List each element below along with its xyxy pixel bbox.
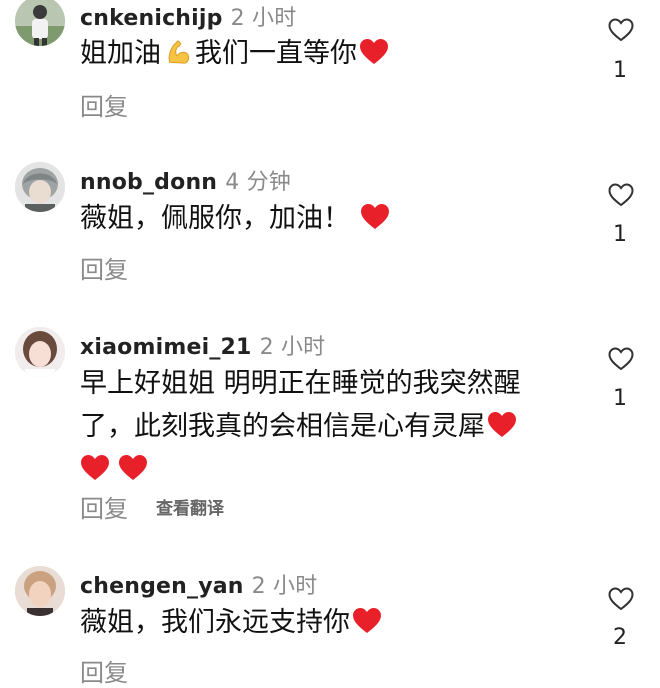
avatar-photo xyxy=(15,162,65,212)
comment-time: 2 小时 xyxy=(230,6,297,31)
comment-3: xiaomimei_21 2 小时 早上好姐姐 明明正在睡觉的我突然醒 了，此刻我… xyxy=(0,322,660,532)
avatar[interactable] xyxy=(15,0,65,46)
username-text[interactable]: nnob_donn xyxy=(80,170,217,195)
translate-button[interactable]: 查看翻译 xyxy=(156,499,224,519)
comment-time: 4 分钟 xyxy=(225,170,291,195)
avatar[interactable] xyxy=(15,566,65,616)
comment-text-part: 薇姐，我们永远支持你 xyxy=(80,607,350,638)
heart-outline-icon[interactable] xyxy=(608,347,634,371)
red-heart-emoji xyxy=(488,412,516,437)
avatar[interactable] xyxy=(15,327,65,377)
comment-username[interactable]: xiaomimei_21 2 小时 xyxy=(80,329,325,361)
comment-text: 姐加油 我们一直等你 xyxy=(80,32,580,75)
reply-label[interactable]: 回复 xyxy=(80,659,128,687)
comment-1: cnkenichijp 2 小时 姐加油 我们一直等你 回复 1 xyxy=(0,0,660,150)
reply-button[interactable]: 回复 xyxy=(80,250,128,285)
comment-text: 早上好姐姐 明明正在睡觉的我突然醒 了，此刻我真的会相信是心有灵犀 xyxy=(80,362,590,491)
reply-button[interactable]: 回复 xyxy=(80,495,128,523)
comment-text-part: 薇姐，佩服你，加油！ xyxy=(80,203,350,234)
comment-text-part: 我们一直等你 xyxy=(195,38,357,69)
heart-outline-icon[interactable] xyxy=(608,183,634,207)
like-count: 2 xyxy=(613,625,627,650)
avatar-photo xyxy=(15,327,65,377)
comment-4: chengen_yan 2 小时 薇姐，我们永远支持你 回复 2 xyxy=(0,563,660,687)
comment-text-part: 姐加油 xyxy=(80,38,161,69)
avatar[interactable] xyxy=(15,162,65,212)
comment-2: nnob_donn 4 分钟 薇姐，佩服你，加油！ 回复 1 xyxy=(0,160,660,290)
comment-emoji-line xyxy=(80,448,590,491)
reply-button[interactable]: 回复 xyxy=(80,653,128,688)
reply-row: 回复 查看翻译 xyxy=(80,489,224,524)
comment-username[interactable]: chengen_yan 2 小时 xyxy=(80,568,317,600)
comment-text-line: 了，此刻我真的会相信是心有灵犀 xyxy=(80,405,590,448)
red-heart-emoji xyxy=(119,455,147,480)
comment-text: 薇姐，佩服你，加油！ xyxy=(80,197,580,240)
avatar-photo xyxy=(15,566,65,616)
comment-username[interactable]: cnkenichijp 2 小时 xyxy=(80,0,296,32)
username-text[interactable]: chengen_yan xyxy=(80,574,244,599)
flexed-biceps-emoji xyxy=(168,40,190,64)
username-text[interactable]: xiaomimei_21 xyxy=(80,335,252,360)
reply-label[interactable]: 回复 xyxy=(80,93,128,121)
comment-username[interactable]: nnob_donn 4 分钟 xyxy=(80,164,291,196)
red-heart-emoji xyxy=(353,608,381,633)
reply-label[interactable]: 回复 xyxy=(80,256,128,284)
avatar-photo xyxy=(15,0,65,46)
like-count: 1 xyxy=(613,222,627,247)
comment-text-part: 了，此刻我真的会相信是心有灵犀 xyxy=(80,411,485,442)
heart-outline-icon[interactable] xyxy=(608,587,634,611)
comment-text: 薇姐，我们永远支持你 xyxy=(80,601,580,644)
username-text[interactable]: cnkenichijp xyxy=(80,6,223,31)
red-heart-emoji xyxy=(361,204,389,229)
heart-outline-icon[interactable] xyxy=(608,18,634,42)
comment-time: 2 小时 xyxy=(259,335,326,360)
comment-text-line: 早上好姐姐 明明正在睡觉的我突然醒 xyxy=(80,368,521,399)
comment-time: 2 小时 xyxy=(251,574,318,599)
red-heart-emoji xyxy=(360,39,388,64)
like-count: 1 xyxy=(613,386,627,411)
red-heart-emoji xyxy=(81,455,109,480)
reply-button[interactable]: 回复 xyxy=(80,87,128,122)
like-count: 1 xyxy=(613,58,627,83)
